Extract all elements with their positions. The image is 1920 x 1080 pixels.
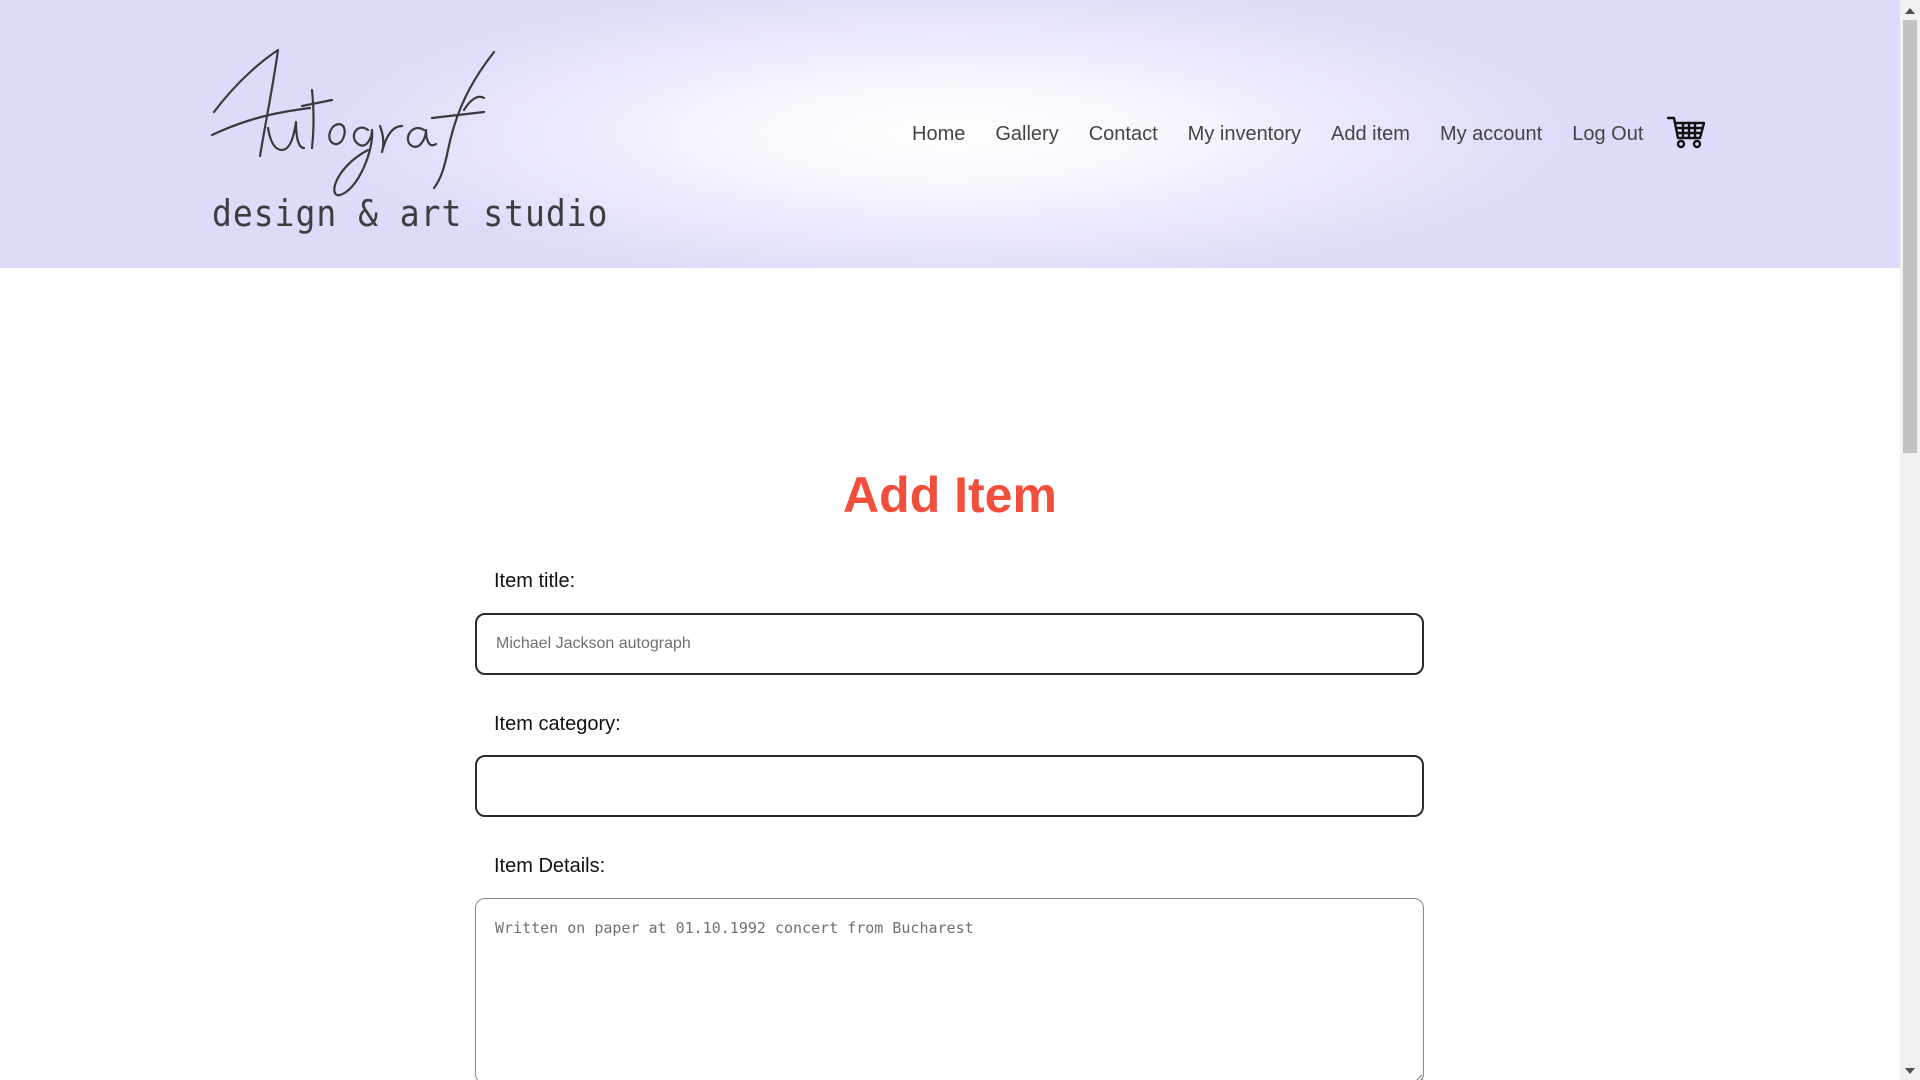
vertical-scrollbar[interactable] [1900,0,1920,1080]
nav-item-my-inventory[interactable]: My inventory [1188,123,1301,146]
item-details-textarea[interactable] [475,898,1424,1080]
main-navigation: Home Gallery Contact My inventory Add it… [912,118,1673,150]
page-viewport: design & art studio Home Gallery Contact… [0,0,1900,1080]
nav-item-gallery[interactable]: Gallery [995,123,1058,146]
item-category-label: Item category: [494,713,621,735]
item-title-input[interactable] [475,613,1424,675]
site-logo[interactable]: design & art studio [208,40,608,240]
site-header: design & art studio Home Gallery Contact… [0,0,1900,268]
scroll-up-arrow-icon[interactable] [1900,2,1920,19]
item-title-label: Item title: [494,570,576,592]
nav-item-my-account[interactable]: My account [1440,123,1542,146]
nav-item-contact[interactable]: Contact [1089,123,1158,146]
nav-item-home[interactable]: Home [912,123,965,146]
scroll-down-arrow-icon[interactable] [1900,1062,1920,1079]
shopping-cart-icon[interactable] [1666,114,1706,150]
logo-script-autograf [210,48,496,197]
nav-item-add-item[interactable]: Add item [1331,123,1410,146]
page-title: Add Item [843,467,1057,523]
scrollbar-thumb[interactable] [1903,20,1917,453]
logo-tagline: design & art studio [212,192,609,235]
item-details-label: Item Details: [494,855,606,877]
nav-item-log-out[interactable]: Log Out [1572,123,1643,146]
item-category-input[interactable] [475,755,1424,817]
